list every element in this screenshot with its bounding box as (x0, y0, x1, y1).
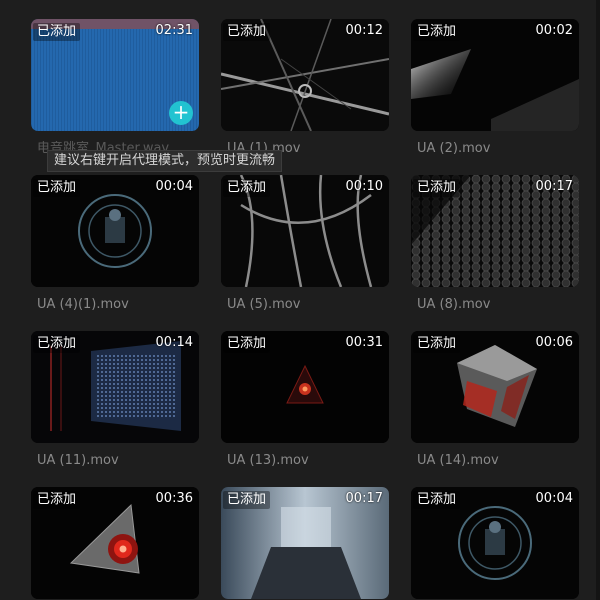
media-tile[interactable]: 已添加 00:36 (31, 487, 199, 600)
media-thumbnail[interactable]: 已添加 00:06 (411, 331, 579, 443)
file-name: UA (5).mov (227, 297, 301, 312)
media-thumbnail[interactable]: 已添加 00:31 (221, 331, 389, 443)
media-thumbnail[interactable]: 已添加 00:17 (411, 175, 579, 287)
media-thumbnail[interactable]: 已添加 00:14 (31, 331, 199, 443)
file-name: UA (8).mov (417, 297, 491, 312)
added-badge: 已添加 (413, 23, 461, 41)
media-tile[interactable]: 已添加 00:06 UA (14).mov (411, 331, 579, 469)
duration-label: 00:17 (345, 491, 383, 506)
proxy-mode-tooltip: 建议右键开启代理模式，预览时更流畅 (47, 150, 283, 172)
media-thumbnail[interactable]: 已添加 00:17 (221, 487, 389, 599)
duration-label: 00:10 (345, 179, 383, 194)
added-badge: 已添加 (413, 491, 461, 509)
file-name: UA (13).mov (227, 453, 309, 468)
file-name: UA (4)(1).mov (37, 297, 129, 312)
added-badge: 已添加 (223, 179, 271, 197)
added-badge: 已添加 (33, 179, 81, 197)
file-name: UA (11).mov (37, 453, 119, 468)
media-thumbnail[interactable]: 已添加 00:36 (31, 487, 199, 599)
media-thumbnail[interactable]: 已添加 02:31 + (31, 19, 199, 131)
file-name: UA (2).mov (417, 141, 491, 156)
duration-label: 00:12 (345, 23, 383, 38)
added-badge: 已添加 (223, 23, 271, 41)
media-library-panel: 已添加 02:31 + 电音跳室_Master.wav 已添加 00:12 UA… (0, 0, 600, 600)
added-badge: 已添加 (33, 491, 81, 509)
duration-label: 00:04 (155, 179, 193, 194)
scrollbar-track[interactable] (596, 0, 600, 600)
media-thumbnail[interactable]: 已添加 00:10 (221, 175, 389, 287)
duration-label: 00:06 (535, 335, 573, 350)
duration-label: 00:02 (535, 23, 573, 38)
added-badge: 已添加 (223, 491, 271, 509)
media-tile[interactable]: 已添加 00:17 (221, 487, 389, 600)
duration-label: 00:14 (155, 335, 193, 350)
media-tile[interactable]: 已添加 00:02 UA (2).mov (411, 19, 579, 157)
added-badge: 已添加 (413, 335, 461, 353)
duration-label: 02:31 (155, 23, 193, 38)
media-tile[interactable]: 已添加 00:12 UA (1).mov (221, 19, 389, 157)
duration-label: 00:04 (535, 491, 573, 506)
media-tile[interactable]: 已添加 00:17 UA (8).mov (411, 175, 579, 313)
duration-label: 00:17 (535, 179, 573, 194)
media-tile[interactable]: 已添加 02:31 + 电音跳室_Master.wav (31, 19, 199, 157)
media-tile[interactable]: 已添加 00:31 UA (13).mov (221, 331, 389, 469)
added-badge: 已添加 (223, 335, 271, 353)
duration-label: 00:36 (155, 491, 193, 506)
media-thumbnail[interactable]: 已添加 00:02 (411, 19, 579, 131)
media-tile[interactable]: 已添加 00:10 UA (5).mov (221, 175, 389, 313)
media-thumbnail[interactable]: 已添加 00:04 (31, 175, 199, 287)
media-tile[interactable]: 已添加 00:04 (411, 487, 579, 600)
duration-label: 00:31 (345, 335, 383, 350)
added-badge: 已添加 (33, 23, 81, 41)
media-tile[interactable]: 已添加 00:14 UA (11).mov (31, 331, 199, 469)
media-thumbnail[interactable]: 已添加 00:12 (221, 19, 389, 131)
media-tile[interactable]: 已添加 00:04 UA (4)(1).mov (31, 175, 199, 313)
added-badge: 已添加 (413, 179, 461, 197)
add-to-timeline-button[interactable]: + (169, 101, 193, 125)
file-name: UA (14).mov (417, 453, 499, 468)
media-thumbnail[interactable]: 已添加 00:04 (411, 487, 579, 599)
added-badge: 已添加 (33, 335, 81, 353)
